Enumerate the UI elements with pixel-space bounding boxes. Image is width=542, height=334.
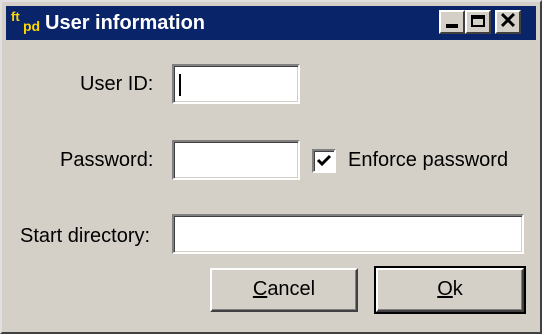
password-label: Password: [60, 149, 154, 171]
minimize-icon [446, 24, 458, 28]
ok-label: k [452, 278, 463, 300]
app-icon-text-top: ft [11, 9, 20, 24]
ok-button[interactable]: Ok [374, 266, 526, 314]
title-bar[interactable]: ft pd User information ✕ [6, 6, 536, 40]
user-information-dialog: ft pd User information ✕ User ID: Passwo… [0, 0, 542, 334]
cancel-label: ancel [267, 278, 316, 300]
text-caret [179, 74, 181, 96]
close-icon: ✕ [498, 8, 518, 33]
maximize-button[interactable] [465, 10, 491, 34]
maximize-icon [471, 15, 485, 27]
enforce-password-label[interactable]: Enforce password [348, 148, 508, 172]
start-directory-input[interactable] [172, 214, 524, 254]
close-button[interactable]: ✕ [495, 8, 521, 34]
ftpd-app-icon[interactable]: ft pd [10, 9, 42, 37]
user-id-label: User ID: [80, 73, 154, 95]
checkmark-icon [316, 154, 332, 167]
password-input[interactable] [172, 140, 300, 180]
enforce-password-checkbox[interactable] [312, 149, 336, 173]
window-title: User information [45, 12, 206, 34]
minimize-button[interactable] [439, 10, 465, 34]
ok-accelerator: O [437, 278, 453, 300]
cancel-accelerator: C [252, 278, 268, 300]
start-directory-label: Start directory: [20, 225, 151, 247]
app-icon-text-bottom: pd [23, 18, 41, 34]
cancel-button[interactable]: Cancel [210, 268, 358, 312]
user-id-input[interactable] [172, 64, 300, 104]
